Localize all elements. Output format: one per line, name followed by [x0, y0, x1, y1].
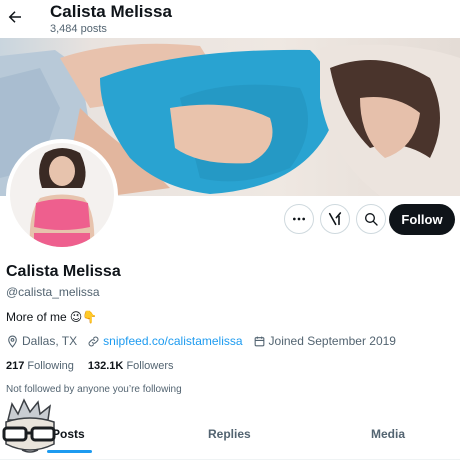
location-icon	[8, 335, 17, 348]
bio-text: More of me	[6, 310, 67, 324]
link-icon	[88, 336, 99, 346]
more-icon	[293, 217, 305, 221]
profile-actions	[284, 204, 386, 236]
website-item: snipfeed.co/calistamelissa	[87, 334, 243, 348]
followers-link[interactable]: 132.1K Followers	[88, 360, 174, 372]
following-link[interactable]: 217 Following	[6, 360, 74, 372]
header-name: Calista Melissa	[50, 2, 172, 21]
profile-meta: Dallas, TX snipfeed.co/calistamelissa Jo…	[6, 334, 406, 348]
joined-item: Joined September 2019	[253, 334, 396, 348]
followers-label: Followers	[126, 360, 174, 372]
follow-button[interactable]: Follow	[389, 204, 455, 235]
top-bar: Calista Melissa 3,484 posts	[0, 0, 460, 38]
tab-media[interactable]: Media	[371, 427, 405, 441]
search-icon	[365, 213, 378, 226]
avatar-photo	[10, 143, 114, 247]
avatar[interactable]	[6, 139, 118, 251]
followers-count: 132.1K	[87, 360, 124, 372]
following-label: Following	[27, 360, 74, 372]
grok-button[interactable]	[320, 204, 350, 234]
handle: @calista_melissa	[6, 285, 100, 299]
following-count: 217	[6, 360, 25, 372]
website-link[interactable]: snipfeed.co/calistamelissa	[103, 334, 242, 348]
mascot-watermark-icon	[2, 398, 56, 453]
calendar-icon	[254, 336, 264, 346]
bio-emojis: 😉👇	[69, 310, 98, 324]
not-followed-note: Not followed by anyone you’re following	[6, 384, 182, 395]
display-name: Calista Melissa	[6, 263, 121, 280]
grok-icon	[328, 212, 342, 226]
follow-stats: 217 Following 132.1K Followers	[6, 360, 174, 372]
tab-replies[interactable]: Replies	[208, 427, 251, 441]
profile-tabs: Posts Replies Media	[0, 420, 460, 460]
arrow-left-icon[interactable]	[6, 8, 24, 26]
more-button[interactable]	[284, 204, 314, 234]
location-item: Dallas, TX	[6, 334, 77, 348]
posts-count: 3,484 posts	[50, 23, 107, 35]
search-button[interactable]	[356, 204, 386, 234]
bio: More of me 😉👇	[6, 310, 97, 324]
joined-text: Joined September 2019	[268, 334, 396, 348]
location-text: Dallas, TX	[22, 334, 78, 348]
